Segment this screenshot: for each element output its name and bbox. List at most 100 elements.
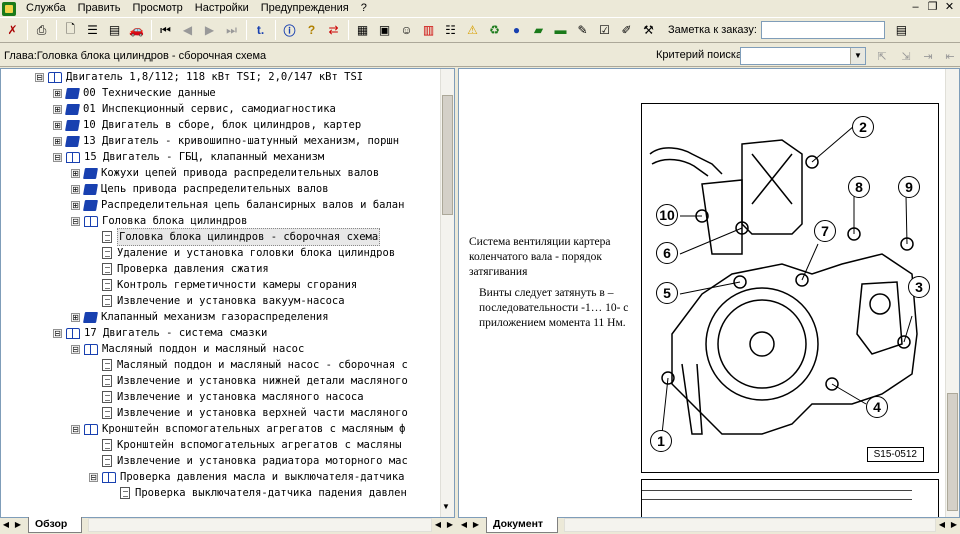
tab-scroll-left-icon[interactable]: ◀ xyxy=(0,518,12,532)
expand-icon[interactable]: ⊞ xyxy=(71,200,80,210)
document-scrollbar[interactable] xyxy=(945,69,959,517)
tree-node[interactable]: ⊟ 15 Двигатель - ГБЦ, клапанный механизм xyxy=(53,149,324,165)
tools-icon[interactable]: ⚒ xyxy=(638,20,659,41)
checklist-icon[interactable]: ☑ xyxy=(594,20,615,41)
tree-node[interactable]: Масляный поддон и масляный насос - сборо… xyxy=(89,357,408,373)
menu-warnings[interactable]: Предупреждения xyxy=(255,0,355,17)
tree-node[interactable]: Удаление и установка головки блока цилин… xyxy=(89,245,395,261)
calculator-icon[interactable]: ▦ xyxy=(352,20,373,41)
tree-node[interactable]: Извлечение и установка верхней части мас… xyxy=(89,405,408,421)
app-icon[interactable] xyxy=(2,1,16,16)
books-icon[interactable]: ▥ xyxy=(418,20,439,41)
menu-settings[interactable]: Настройки xyxy=(189,0,255,17)
menu-service[interactable]: Служба xyxy=(20,0,72,17)
order-note-field[interactable] xyxy=(760,21,885,39)
minimize-icon[interactable]: – xyxy=(909,1,922,14)
tree-node[interactable]: Извлечение и установка вакуум-насоса xyxy=(89,293,345,309)
green-book-icon[interactable]: ▰ xyxy=(528,20,549,41)
tree-node[interactable]: Проверка давления сжатия xyxy=(89,261,269,277)
collapse-icon[interactable]: ⊟ xyxy=(71,216,80,226)
search-next-icon[interactable]: ⇲ xyxy=(896,47,916,66)
restore-icon[interactable]: ❐ xyxy=(926,1,939,14)
expand-icon[interactable]: ⊞ xyxy=(53,88,62,98)
document-list-icon[interactable]: ☰ xyxy=(82,20,103,41)
scroll-down-icon[interactable]: ▼ xyxy=(442,502,450,511)
tree-node[interactable]: ⊞ Клапанный механизм газораспределения xyxy=(71,309,329,325)
list-icon[interactable]: ☷ xyxy=(440,20,461,41)
search-back-icon[interactable]: ⇤ xyxy=(940,47,960,66)
tree-hscrollbar[interactable] xyxy=(88,518,432,532)
collapse-icon[interactable]: ⊟ xyxy=(53,328,62,338)
prev-page-icon[interactable]: ◀ xyxy=(177,20,198,41)
print-icon[interactable]: ⎙ xyxy=(31,20,52,41)
collapse-icon[interactable]: ⊟ xyxy=(53,152,62,162)
next-page-icon[interactable]: ▶ xyxy=(199,20,220,41)
tab-document[interactable]: Документ xyxy=(486,517,559,533)
tree-node[interactable]: ⊞ 13 Двигатель - кривошипно-шатунный меха… xyxy=(53,133,399,149)
expand-icon[interactable]: ⊞ xyxy=(53,104,62,114)
collapse-icon[interactable]: ⊟ xyxy=(89,472,98,482)
tree-node[interactable]: Кронштейн вспомогательных агрегатов с ма… xyxy=(89,437,401,453)
tree-node[interactable]: ⊟ Кронштейн вспомогательных агрегатов с м… xyxy=(71,421,405,437)
search-criteria-select[interactable]: ▼ xyxy=(740,47,866,65)
collapse-icon[interactable]: ⊟ xyxy=(71,344,80,354)
tree-scrollbar[interactable]: ▼ xyxy=(440,69,454,517)
document-scroll-thumb[interactable] xyxy=(947,393,958,511)
doc-tab-scroll-right-icon[interactable]: ▶ xyxy=(470,518,482,532)
tab-scroll-right-icon[interactable]: ▶ xyxy=(12,518,24,532)
hscroll-left-icon[interactable]: ◀ xyxy=(432,518,444,532)
tree-node[interactable]: ⊟ 17 Двигатель - система смазки xyxy=(53,325,267,341)
tree-node[interactable]: ⊟ Двигатель 1,8/112; 118 кВт TSI; 2,0/147… xyxy=(35,69,363,85)
order-note-button[interactable]: ▤ xyxy=(891,20,912,41)
last-page-icon[interactable]: ⏭ xyxy=(221,20,242,41)
tree-node[interactable]: ⊟ Масляный поддон и масляный насос xyxy=(71,341,304,357)
info-icon[interactable]: ⓘ xyxy=(279,20,300,41)
expand-icon[interactable]: ⊞ xyxy=(71,312,80,322)
tree-node[interactable]: Извлечение и установка нижней детали мас… xyxy=(89,373,408,389)
tree-node[interactable]: Проверка выключателя-датчика падения дав… xyxy=(107,485,407,501)
up-level-icon[interactable]: t. xyxy=(250,20,271,41)
tab-overview[interactable]: Обзор xyxy=(28,517,83,533)
first-page-icon[interactable]: ⏮ xyxy=(155,20,176,41)
collapse-icon[interactable]: ⊟ xyxy=(35,72,44,82)
menu-edit[interactable]: Править xyxy=(72,0,127,17)
tree-node[interactable]: Головка блока цилиндров - сборочная схем… xyxy=(89,228,381,246)
tree-node[interactable]: ⊞ Цепь привода распределительных валов xyxy=(71,181,329,197)
car-icon[interactable]: ▬ xyxy=(550,20,571,41)
exit-icon[interactable]: ✗ xyxy=(2,20,23,41)
tree-node[interactable]: ⊟ Головка блока цилиндров xyxy=(71,213,247,229)
menu-help[interactable]: ? xyxy=(355,0,373,17)
calendar-icon[interactable]: ▣ xyxy=(374,20,395,41)
edit-doc-icon[interactable]: ✐ xyxy=(616,20,637,41)
menu-view[interactable]: Просмотр xyxy=(127,0,189,17)
vehicle-icon[interactable]: 🚗 xyxy=(126,20,147,41)
tree-node[interactable]: ⊞ 01 Инспекционный сервис, самодиагностик… xyxy=(53,101,336,117)
expand-icon[interactable]: ⊞ xyxy=(71,184,80,194)
recycle-icon[interactable]: ♻ xyxy=(484,20,505,41)
expand-icon[interactable]: ⊞ xyxy=(53,120,62,130)
tree-node[interactable]: ⊞ Кожухи цепей привода распределительных … xyxy=(71,165,379,181)
doc-tab-scroll-left-icon[interactable]: ◀ xyxy=(458,518,470,532)
notes-icon[interactable]: ✎ xyxy=(572,20,593,41)
help-icon[interactable]: ? xyxy=(301,20,322,41)
search-prev-icon[interactable]: ⇱ xyxy=(872,47,892,66)
expand-icon[interactable]: ⊞ xyxy=(71,168,80,178)
close-icon[interactable]: ✕ xyxy=(943,1,956,14)
expand-icon[interactable]: ⊞ xyxy=(53,136,62,146)
collapse-icon[interactable]: ⊟ xyxy=(71,424,80,434)
tree-node[interactable]: ⊞ Распределительная цепь балансирных вало… xyxy=(71,197,404,213)
hscroll-right-icon[interactable]: ▶ xyxy=(444,518,456,532)
switch-icon[interactable]: ⇄ xyxy=(323,20,344,41)
tree-node[interactable]: ⊟ Проверка давления масла и выключателя-д… xyxy=(89,469,404,485)
tree-node[interactable]: Извлечение и установка радиатора моторно… xyxy=(89,453,408,469)
document-hscrollbar[interactable] xyxy=(564,518,936,532)
doc-hscroll-right-icon[interactable]: ▶ xyxy=(948,518,960,532)
tree-node[interactable]: ⊞ 10 Двигатель в сборе, блок цилиндров, к… xyxy=(53,117,361,133)
tree-node[interactable]: Извлечение и установка масляного насоса xyxy=(89,389,364,405)
tree-node[interactable]: Контроль герметичности камеры сгорания xyxy=(89,277,357,293)
tree-scroll-thumb[interactable] xyxy=(442,95,453,215)
warning-icon[interactable]: ⚠ xyxy=(462,20,483,41)
tree-node[interactable]: ⊞ 00 Технические данные xyxy=(53,85,216,101)
search-go-icon[interactable]: ⇥ xyxy=(918,47,938,66)
doc-hscroll-left-icon[interactable]: ◀ xyxy=(936,518,948,532)
